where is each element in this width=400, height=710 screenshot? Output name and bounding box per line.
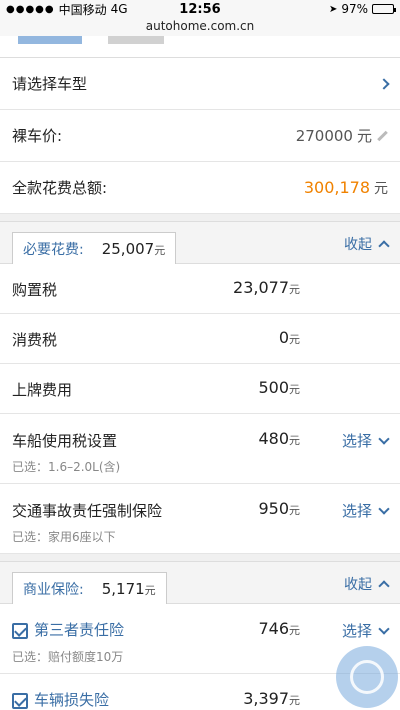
fee-amount-value: 23,077 bbox=[233, 278, 289, 297]
bare-price-label: 裸车价: bbox=[12, 127, 63, 145]
checkbox-icon[interactable] bbox=[12, 692, 28, 709]
location-icon: ➤ bbox=[328, 3, 338, 15]
insurance-label: 车辆损失险 bbox=[34, 691, 110, 709]
watermark-logo bbox=[336, 646, 398, 708]
carrier-label: 中国移动 bbox=[58, 2, 107, 17]
selected-option: 已选：家用6座以下 bbox=[12, 530, 116, 544]
fee-unit: 元 bbox=[289, 333, 300, 346]
section-divider bbox=[0, 554, 400, 562]
bare-price-unit: 元 bbox=[356, 127, 372, 145]
tab-active-partial[interactable] bbox=[18, 36, 82, 44]
tab-inactive-partial[interactable] bbox=[108, 36, 164, 44]
fee-amount: 746元 bbox=[258, 619, 300, 638]
bare-price-value[interactable]: 270000 bbox=[296, 127, 353, 145]
fee-label: 购置税 bbox=[12, 281, 58, 299]
fee-unit: 元 bbox=[289, 694, 300, 707]
fee-amount-value: 746 bbox=[258, 619, 289, 638]
commercial-collapse-button[interactable]: 收起 bbox=[344, 574, 390, 594]
fee-amount: 23,077元 bbox=[233, 278, 300, 297]
fee-label: 上牌费用 bbox=[12, 381, 73, 399]
fee-row-registration: 上牌费用 500元 bbox=[0, 364, 400, 414]
fee-amount: 3,397元 bbox=[243, 689, 300, 708]
select-button[interactable]: 选择 bbox=[341, 620, 390, 641]
collapse-label: 收起 bbox=[344, 577, 372, 593]
commercial-tab-label: 商业保险: bbox=[23, 581, 84, 598]
required-collapse-button[interactable]: 收起 bbox=[344, 234, 390, 254]
commercial-tab-unit: 元 bbox=[144, 583, 156, 597]
required-tab-unit: 元 bbox=[154, 243, 166, 257]
commercial-tab[interactable]: 商业保险: 5,171元 bbox=[12, 572, 167, 604]
fee-unit: 元 bbox=[289, 434, 300, 447]
fee-amount-value: 950 bbox=[258, 499, 289, 518]
fee-row-compulsory-insurance: 交通事故责任强制保险 950元 选择 已选：家用6座以下 bbox=[0, 484, 400, 554]
pencil-icon[interactable] bbox=[376, 130, 388, 142]
select-label: 选择 bbox=[341, 432, 372, 450]
selected-option: 已选：赔付额度10万 bbox=[12, 650, 124, 664]
select-model-row[interactable]: 请选择车型 bbox=[0, 58, 400, 110]
fee-amount-value: 0 bbox=[278, 328, 289, 347]
chevron-up-icon bbox=[378, 240, 390, 252]
insurance-label: 第三者责任险 bbox=[34, 621, 125, 639]
required-tab-label: 必要花费: bbox=[23, 241, 84, 258]
chevron-right-icon bbox=[378, 77, 390, 90]
checkbox-icon[interactable] bbox=[12, 622, 28, 639]
selected-option: 已选：1.6–2.0L(含) bbox=[12, 460, 121, 474]
required-tab-value: 25,007 bbox=[101, 239, 155, 258]
fee-unit: 元 bbox=[289, 283, 300, 296]
fee-unit: 元 bbox=[289, 624, 300, 637]
signal-icon: ●●●●● bbox=[6, 3, 55, 15]
select-label: 选择 bbox=[341, 622, 372, 640]
chevron-down-icon bbox=[378, 622, 390, 635]
select-button[interactable]: 选择 bbox=[341, 430, 390, 451]
clock: 12:56 bbox=[179, 1, 221, 17]
fee-row-vehicle-tax: 车船使用税设置 480元 选择 已选：1.6–2.0L(含) bbox=[0, 414, 400, 484]
address-bar[interactable]: autohome.com.cn bbox=[0, 18, 400, 36]
commercial-section-header: 商业保险: 5,171元 收起 bbox=[0, 562, 400, 604]
select-model-label: 请选择车型 bbox=[12, 75, 88, 93]
collapse-label: 收起 bbox=[344, 237, 372, 253]
section-divider bbox=[0, 214, 400, 222]
total-cost-row: 全款花费总额: 300,178 元 bbox=[0, 162, 400, 214]
fee-amount-value: 480 bbox=[258, 429, 289, 448]
commercial-tab-value: 5,171 bbox=[101, 579, 145, 598]
battery-icon bbox=[372, 4, 396, 14]
select-label: 选择 bbox=[341, 502, 372, 520]
top-tabs bbox=[0, 36, 400, 58]
chevron-up-icon bbox=[378, 580, 390, 592]
fee-unit: 元 bbox=[289, 383, 300, 396]
fee-row-consumption-tax: 消费税 0元 bbox=[0, 314, 400, 364]
total-cost-unit: 元 bbox=[374, 180, 388, 197]
fee-amount: 950元 bbox=[258, 499, 300, 518]
fee-label: 车船使用税设置 bbox=[12, 432, 118, 450]
network-label: 4G bbox=[110, 2, 128, 16]
required-tab[interactable]: 必要花费: 25,007元 bbox=[12, 232, 177, 264]
chevron-down-icon bbox=[378, 502, 390, 515]
fee-row-purchase-tax: 购置税 23,077元 bbox=[0, 264, 400, 314]
insurance-item[interactable]: 车辆损失险 bbox=[12, 689, 109, 710]
fee-amount: 480元 bbox=[258, 429, 300, 448]
battery-percent: 97% bbox=[341, 2, 368, 16]
total-cost-value: 300,178 bbox=[303, 178, 370, 197]
fee-amount-value: 3,397 bbox=[243, 689, 289, 708]
insurance-item[interactable]: 第三者责任险 bbox=[12, 619, 124, 640]
fee-label: 消费税 bbox=[12, 331, 58, 349]
status-bar: ●●●●● 中国移动 4G 12:56 ➤ 97% bbox=[0, 0, 400, 18]
fee-label: 交通事故责任强制保险 bbox=[12, 502, 163, 520]
total-cost-label: 全款花费总额: bbox=[12, 179, 108, 197]
fee-amount: 500元 bbox=[258, 378, 300, 397]
fee-amount: 0元 bbox=[279, 328, 300, 347]
fee-amount-value: 500 bbox=[258, 378, 289, 397]
fee-unit: 元 bbox=[289, 504, 300, 517]
bare-price-row[interactable]: 裸车价: 270000 元 bbox=[0, 110, 400, 162]
required-section-header: 必要花费: 25,007元 收起 bbox=[0, 222, 400, 264]
chevron-down-icon bbox=[378, 432, 390, 445]
select-button[interactable]: 选择 bbox=[341, 500, 390, 521]
